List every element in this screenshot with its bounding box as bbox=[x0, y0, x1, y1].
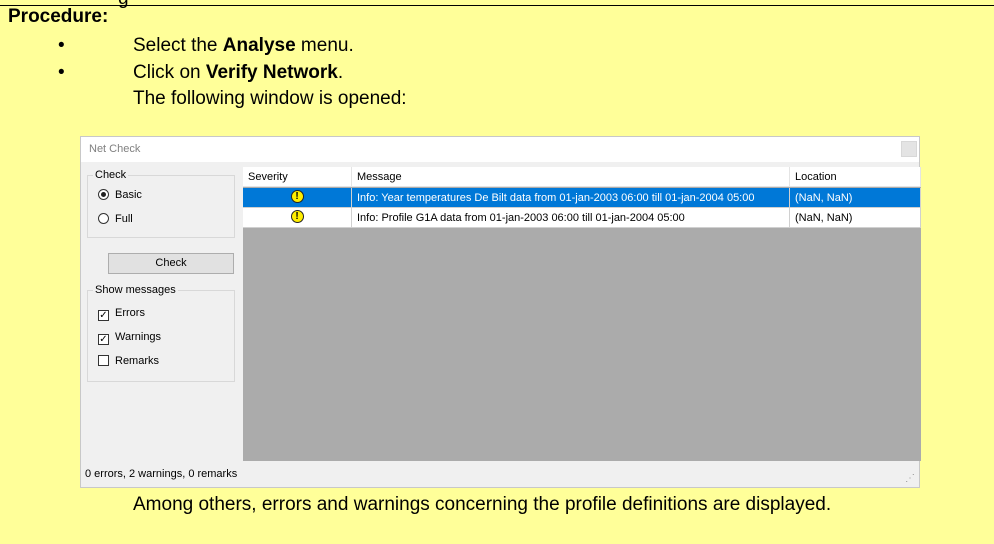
checkbox-warnings[interactable]: ✓ Warnings bbox=[98, 330, 161, 346]
window-title: Net Check bbox=[89, 143, 141, 155]
status-bar: 0 errors, 2 warnings, 0 remarks ⋰ bbox=[81, 461, 919, 487]
step-item: • Click on Verify Network. bbox=[58, 59, 354, 86]
intro-text: The following window is opened: bbox=[133, 88, 407, 109]
section-divider bbox=[0, 5, 994, 6]
step-item: • Select the Analyse menu. bbox=[58, 32, 354, 59]
severity-cell: ! bbox=[243, 188, 352, 208]
menu-item-name: Verify Network bbox=[205, 62, 338, 83]
close-icon[interactable] bbox=[901, 141, 917, 157]
radio-selected-icon bbox=[98, 189, 109, 200]
checkmark-icon: ✓ bbox=[98, 310, 109, 321]
checkmark-icon: ✓ bbox=[98, 334, 109, 345]
checkbox-errors[interactable]: ✓ Errors bbox=[98, 306, 145, 322]
table-row[interactable]: ! Info: Year temperatures De Bilt data f… bbox=[243, 188, 921, 208]
net-check-window: Net Check Check Basic Full Check Show me… bbox=[80, 136, 921, 488]
procedure-heading: Procedure: bbox=[8, 6, 109, 27]
table-row[interactable]: ! Info: Profile G1A data from 01-jan-200… bbox=[243, 208, 921, 228]
checkbox-remarks[interactable]: Remarks bbox=[98, 354, 159, 370]
show-messages-groupbox: Show messages ✓ Errors ✓ Warnings Remarks bbox=[87, 284, 235, 382]
radio-unselected-icon bbox=[98, 213, 109, 224]
bullet-icon: • bbox=[58, 35, 65, 56]
location-cell: (NaN, NaN) bbox=[790, 208, 921, 228]
title-bar[interactable]: Net Check bbox=[81, 137, 919, 162]
column-header-location[interactable]: Location bbox=[790, 167, 921, 187]
message-cell: Info: Year temperatures De Bilt data fro… bbox=[352, 188, 790, 208]
warning-icon: ! bbox=[290, 210, 304, 223]
location-cell: (NaN, NaN) bbox=[790, 188, 921, 208]
checkbox-empty-icon bbox=[98, 355, 109, 366]
messages-grid[interactable]: Severity Message Location ! Info: Year t… bbox=[243, 167, 921, 461]
message-cell: Info: Profile G1A data from 01-jan-2003 … bbox=[352, 208, 790, 228]
status-text: 0 errors, 2 warnings, 0 remarks bbox=[85, 468, 238, 480]
grid-header: Severity Message Location bbox=[243, 167, 921, 187]
show-messages-legend: Show messages bbox=[93, 284, 178, 296]
menu-name: Analyse bbox=[222, 35, 296, 56]
check-button[interactable]: Check bbox=[108, 253, 234, 274]
column-header-severity[interactable]: Severity bbox=[243, 167, 352, 187]
bullet-icon: • bbox=[58, 62, 65, 83]
procedure-steps: • Select the Analyse menu. • Click on Ve… bbox=[58, 32, 354, 86]
check-group-legend: Check bbox=[93, 169, 129, 181]
resize-grip-icon[interactable]: ⋰ bbox=[905, 473, 915, 484]
warning-icon: ! bbox=[290, 190, 304, 203]
check-groupbox: Check Basic Full bbox=[87, 169, 235, 238]
severity-cell: ! bbox=[243, 208, 352, 228]
column-header-message[interactable]: Message bbox=[352, 167, 790, 187]
clipped-text-fragment: g bbox=[118, 0, 129, 8]
radio-basic[interactable]: Basic bbox=[98, 188, 142, 204]
result-description: Among others, errors and warnings concer… bbox=[133, 494, 832, 515]
radio-full[interactable]: Full bbox=[98, 212, 133, 228]
